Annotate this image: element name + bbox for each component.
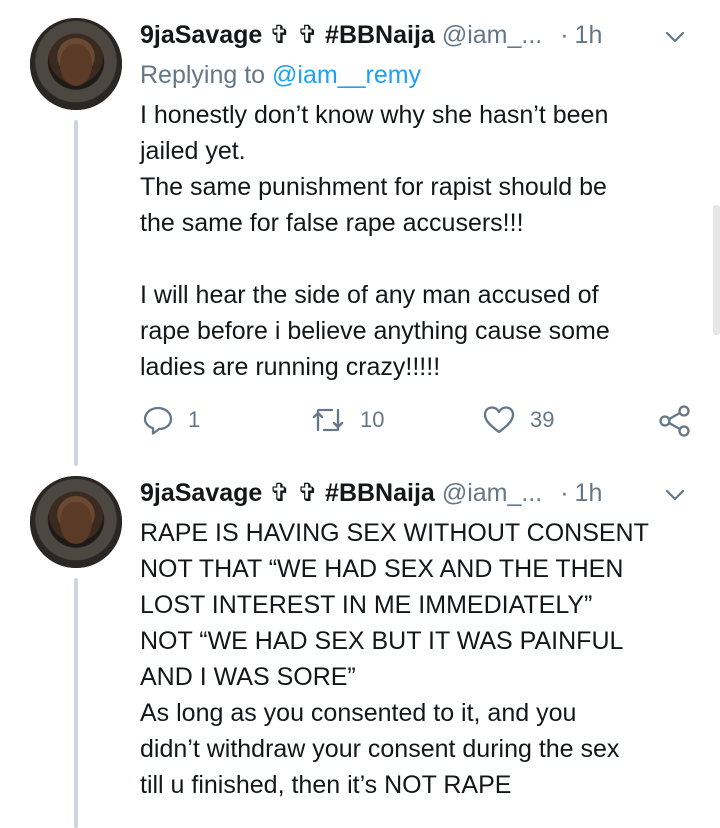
share-nodes-icon: [659, 405, 690, 437]
avatar[interactable]: [30, 18, 122, 110]
thread-line: [74, 578, 78, 828]
heart-outline-icon: [483, 406, 515, 434]
timestamp[interactable]: 1h: [575, 478, 603, 508]
chevron-down-icon[interactable]: [664, 26, 686, 48]
reply-count: 1: [188, 407, 201, 432]
retweet-count: 10: [360, 407, 385, 432]
replying-to-label: Replying to: [140, 61, 273, 89]
retweet-arrows-icon: [312, 408, 344, 432]
share-button[interactable]: [658, 404, 692, 438]
separator-dot: ·: [560, 479, 569, 507]
timestamp[interactable]: 1h: [575, 20, 603, 50]
username[interactable]: @iam_...: [442, 20, 542, 50]
chevron-down-icon[interactable]: [664, 484, 686, 506]
tweet-actions: 1 10 39: [140, 402, 700, 442]
tweet-text: I honestly don’t know why she hasn’t bee…: [140, 101, 610, 381]
display-name[interactable]: 9jaSavage ✞ ✞ #BBNaija: [140, 20, 435, 50]
display-name[interactable]: 9jaSavage ✞ ✞ #BBNaija: [140, 478, 435, 508]
thread-line: [74, 120, 78, 466]
replying-to-handle[interactable]: @iam__remy: [272, 61, 421, 89]
speech-bubble-icon: [143, 406, 173, 435]
replying-to: Replying to @iam__remy: [140, 60, 421, 90]
reply-button[interactable]: 1: [142, 404, 200, 436]
separator-dot: ·: [560, 21, 569, 49]
avatar-face: [60, 44, 92, 86]
like-button[interactable]: 39: [482, 404, 554, 436]
tweet-text: RAPE IS HAVING SEX WITHOUT CONSENT NOT T…: [140, 519, 649, 799]
avatar[interactable]: [30, 476, 122, 568]
tweet-header: 9jaSavage ✞ ✞ #BBNaija @iam_... · 1h: [140, 478, 602, 508]
avatar-face: [60, 502, 92, 544]
retweet-button[interactable]: 10: [310, 404, 384, 436]
like-count: 39: [530, 407, 555, 432]
scrollbar[interactable]: [713, 205, 720, 335]
tweet-header: 9jaSavage ✞ ✞ #BBNaija @iam_... · 1h: [140, 20, 602, 50]
username[interactable]: @iam_...: [442, 478, 542, 508]
